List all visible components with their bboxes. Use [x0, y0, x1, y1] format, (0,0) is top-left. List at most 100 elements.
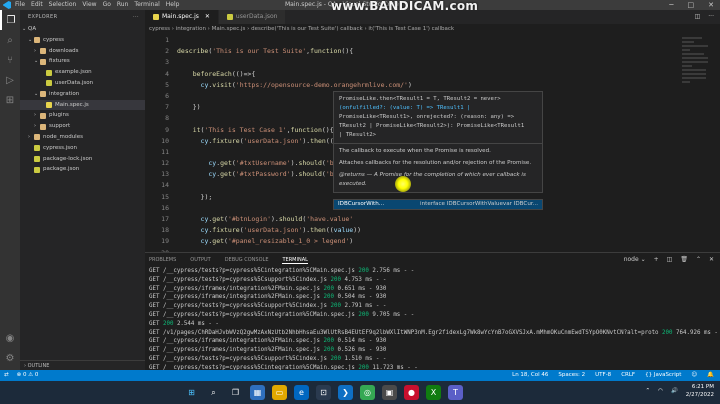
terminal-timing: 2.544 ms - - [173, 320, 219, 327]
terminal-line: GET /v1/pages/ChRDaHJvbWVzQ2gwMzAxNzUtb2… [149, 329, 720, 338]
edge-browser-icon[interactable]: e [294, 385, 309, 400]
tree-item[interactable]: package-lock.json [20, 154, 145, 165]
bandicam-icon[interactable]: ● [404, 385, 419, 400]
tab-main-spec[interactable]: Main.spec.js ✕ [145, 10, 219, 24]
settings-gear-icon[interactable]: ⚙ [0, 348, 20, 368]
store-icon[interactable]: ⊡ [316, 385, 331, 400]
chevron-up-icon[interactable]: ⌃ [696, 256, 701, 263]
excel-icon[interactable]: X [426, 385, 441, 400]
task-view-icon[interactable]: ❐ [228, 385, 243, 400]
code-line[interactable]: 5 cy.visit('https://opensource-demo.oran… [145, 80, 720, 91]
split-editor-icon[interactable]: ◫ [695, 13, 701, 20]
folder-icon [34, 37, 40, 44]
language-mode[interactable]: {} JavaScript [645, 370, 681, 381]
code-line[interactable]: 3 [145, 57, 720, 68]
tree-item[interactable]: ⌄ integration [20, 89, 145, 100]
file-explorer-icon[interactable]: ▭ [272, 385, 287, 400]
account-icon[interactable]: ◉ [0, 328, 20, 348]
tab-user-data[interactable]: userData.json [218, 10, 287, 24]
terminal-output[interactable]: GET /__cypress/tests?p=cypress%5Cintegra… [145, 267, 720, 381]
tab-debug-console[interactable]: DEBUG CONSOLE [225, 257, 269, 263]
code-line[interactable]: 17 cy.get('#btnLogin').should('have.valu… [145, 214, 720, 225]
tree-item[interactable]: cypress.json [20, 143, 145, 154]
line-ending[interactable]: CRLF [621, 370, 635, 381]
code-line[interactable]: 2 describe('This is our Test Suite',funct… [145, 46, 720, 57]
maximize-icon[interactable]: □ [688, 0, 695, 10]
close-panel-icon[interactable]: ✕ [709, 256, 714, 263]
tree-item[interactable]: package.json [20, 164, 145, 175]
widgets-icon[interactable]: ▦ [250, 385, 265, 400]
problems-count[interactable]: ⊗ 0 ⚠ 0 [17, 370, 39, 381]
vscode-taskbar-icon[interactable]: ❯ [338, 385, 353, 400]
search-icon[interactable]: ⌕ [0, 30, 20, 50]
encoding[interactable]: UTF-8 [595, 370, 611, 381]
more-actions-icon[interactable]: ··· [708, 13, 714, 20]
code-line[interactable]: 18 cy.fixture('userData.json').then((val… [145, 225, 720, 236]
extensions-icon[interactable]: ⊞ [0, 90, 20, 110]
tree-item[interactable]: › plugins [20, 110, 145, 121]
menu-view[interactable]: View [82, 0, 96, 10]
trash-icon[interactable]: 🗑 [680, 256, 688, 263]
menu-terminal[interactable]: Terminal [134, 0, 159, 10]
menu-file[interactable]: File [15, 0, 25, 10]
tab-problems[interactable]: PROBLEMS [149, 257, 176, 263]
tree-item[interactable]: ⌄ cypress [20, 35, 145, 46]
close-icon[interactable]: ✕ [708, 0, 714, 10]
tree-item[interactable]: › node_modules [20, 132, 145, 143]
menu-help[interactable]: Help [166, 0, 180, 10]
chrome-icon[interactable]: ◎ [360, 385, 375, 400]
teams-icon[interactable]: T [448, 385, 463, 400]
code-text: cy.fixture('userData.json').then((value)… [200, 226, 362, 235]
split-terminal-icon[interactable]: ◫ [667, 256, 673, 263]
tree-item[interactable]: › support [20, 121, 145, 132]
minimap[interactable] [682, 35, 712, 185]
code-text: describe('This is our Test Suite',functi… [177, 47, 354, 56]
code-text: cy.get('#btnLogin').should('have.value' [200, 215, 354, 223]
chevron-up-icon[interactable]: ⌃ [646, 388, 651, 394]
windows-start-icon[interactable]: ⊞ [184, 385, 199, 400]
tree-item[interactable]: userData.json [20, 78, 145, 89]
more-actions-icon[interactable]: ··· [133, 10, 139, 24]
status-code: 200 [330, 276, 341, 283]
add-terminal-icon[interactable]: + [654, 256, 659, 263]
tree-item[interactable]: Main.spec.js [20, 99, 145, 111]
tree-item[interactable]: ⌄ fixtures [20, 56, 145, 67]
code-line[interactable]: 1 [145, 35, 720, 46]
indentation[interactable]: Spaces: 2 [558, 370, 585, 381]
app-icon[interactable]: ▣ [382, 385, 397, 400]
line-number: 12 [161, 159, 169, 168]
run-debug-icon[interactable]: ▷ [0, 70, 20, 90]
source-control-icon[interactable]: ⑂ [0, 50, 20, 70]
taskbar-search-icon[interactable]: ⌕ [206, 385, 221, 400]
menu-go[interactable]: Go [103, 0, 111, 10]
explorer-icon[interactable]: ❐ [0, 10, 20, 30]
close-tab-icon[interactable]: ✕ [205, 10, 210, 24]
suggestion-item[interactable]: IDBCursorWith... interface IDBCursorWith… [333, 199, 543, 210]
feedback-icon[interactable]: ☺ [691, 370, 697, 381]
code-line[interactable]: 19 cy.get('#panel_resizable_1_0 > legend… [145, 236, 720, 247]
cursor-position[interactable]: Ln 18, Col 46 [512, 370, 548, 381]
clock[interactable]: 6:21 PM 2/27/2022 [686, 383, 714, 399]
tree-root-qa[interactable]: ⌄ QA [20, 24, 145, 35]
wifi-icon[interactable]: ◠ [658, 388, 663, 394]
tab-output[interactable]: OUTPUT [190, 257, 210, 263]
breadcrumb[interactable]: cypress › integration › Main.spec.js › d… [145, 24, 720, 35]
menu-selection[interactable]: Selection [49, 0, 77, 10]
bell-icon[interactable]: 🔔 [707, 370, 714, 381]
terminal-select[interactable]: node ⌄ [624, 256, 646, 263]
tree-item[interactable]: › downloads [20, 46, 145, 57]
folder-icon [40, 112, 46, 119]
minimize-icon[interactable]: ─ [669, 0, 673, 10]
tab-terminal[interactable]: TERMINAL [282, 257, 308, 264]
file-tree: ⌄ cypress › downloads ⌄ fixtures example.json u… [20, 35, 145, 175]
menu-edit[interactable]: Edit [31, 0, 43, 10]
tree-item[interactable]: example.json [20, 67, 145, 78]
remote-icon[interactable]: ⇄ [4, 370, 9, 381]
code-line[interactable]: 4 beforeEach(()=>{ [145, 69, 720, 80]
menu-run[interactable]: Run [117, 0, 129, 10]
code-text: cy.get('#txtUsername').should('be.vis [208, 159, 353, 168]
windows-taskbar: ⊞ ⌕ ❐ ▦ ▭ e ⊡ ❯ ◎ ▣ ● X T ⌃ ◠ 🔊 6:21 PM … [0, 381, 720, 404]
outline-section[interactable]: › OUTLINE [20, 360, 145, 370]
volume-icon[interactable]: 🔊 [671, 388, 678, 394]
tree-item-label: downloads [49, 47, 79, 54]
